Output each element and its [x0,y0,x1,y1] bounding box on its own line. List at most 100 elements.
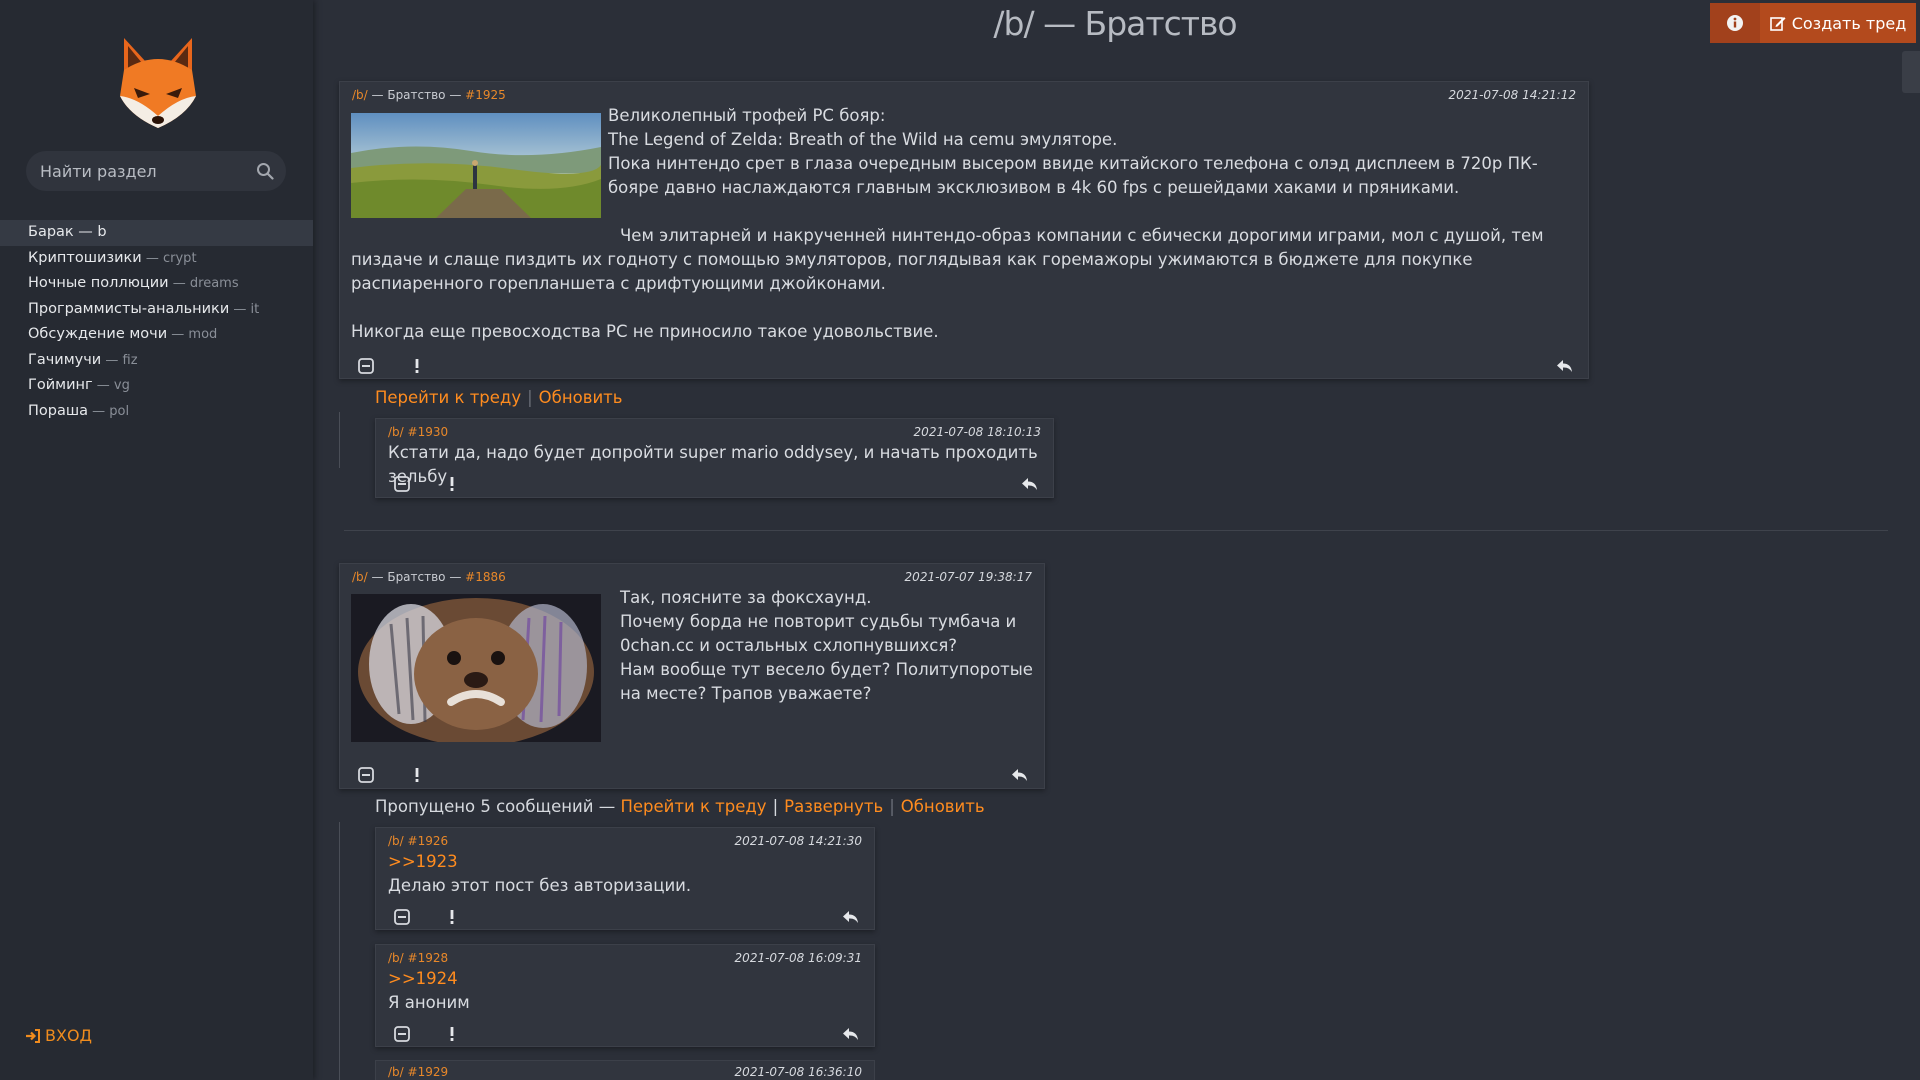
board-name: Гачимучи [28,351,102,368]
board-item-dreams[interactable]: Ночные поллюции — dreams [0,271,313,297]
board-name: Криптошизики [28,249,142,266]
hide-post-icon[interactable] [357,357,375,375]
board-code: it [250,301,260,317]
board-item-mod[interactable]: Обсуждение мочи — mod [0,322,313,348]
board-link[interactable]: /b/ [388,834,404,848]
board-code: fiz [122,352,138,368]
hide-post-icon[interactable] [393,475,411,493]
sidebar: Барак — b Криптошизики — crypt Ночные по… [0,0,313,1080]
goto-thread-link[interactable]: Перейти к треду [375,388,521,407]
link-separator: | [772,797,779,816]
hide-post-icon[interactable] [393,908,411,926]
board-item-pol[interactable]: Пораша — pol [0,399,313,425]
board-code: dreams [189,276,239,291]
refresh-thread-link[interactable]: Обновить [539,388,623,407]
post-image[interactable] [351,594,601,742]
board-code: pol [109,403,130,419]
top-toolbar: Создать тред [1710,3,1916,43]
post-header: /b/ #1928 [388,951,448,965]
report-icon[interactable] [408,357,426,375]
login-link[interactable]: ВХОД [25,1026,92,1045]
thread-2-reply-line [339,822,340,1080]
board-code: b [97,224,107,240]
report-icon[interactable] [443,1025,461,1043]
post-date: 2021-07-08 14:21:30 [734,834,862,848]
post-number[interactable]: #1928 [408,951,449,965]
post-text: Почему борда не повторит судьбы тумбача … [620,612,1017,655]
post-header: /b/ #1930 [388,425,448,439]
post-date: 2021-07-08 16:36:10 [734,1065,862,1079]
board-item-b[interactable]: Барак — b [0,220,313,246]
post-text: Так, поясните за фоксхаунд. [620,588,872,607]
thread-1-reply-line [339,412,340,468]
post-number[interactable]: #1930 [408,425,449,439]
create-thread-button[interactable]: Создать тред [1760,3,1916,43]
thread-2-links: Пропущено 5 сообщений — Перейти к треду |… [375,797,985,816]
post-text: Никогда еще превосходства PC не приносил… [351,322,939,341]
board-name: — Братство — [367,570,466,584]
board-separator: — [141,250,163,266]
report-icon[interactable] [443,908,461,926]
post-text: Делаю этот пост без авторизации. [388,876,692,895]
board-separator: — [167,327,189,342]
reply-icon[interactable] [842,908,860,926]
board-item-crypt[interactable]: Криптошизики — crypt [0,246,313,272]
post-header: /b/ — Братство — #1925 [352,88,506,102]
board-separator: — [101,352,123,368]
board-item-vg[interactable]: Гойминг — vg [0,373,313,399]
report-icon[interactable] [443,475,461,493]
board-item-fiz[interactable]: Гачимучи — fiz [0,348,313,374]
board-item-it[interactable]: Программисты-анальники — it [0,297,313,323]
post-date: 2021-07-07 19:38:17 [904,570,1032,584]
board-name: Ночные поллюции [28,275,169,291]
hide-post-icon[interactable] [393,1025,411,1043]
board-name: Барак [28,224,74,240]
board-separator: — [229,301,251,317]
refresh-thread-link[interactable]: Обновить [901,797,985,816]
hide-post-icon[interactable] [357,766,375,784]
board-link[interactable]: /b/ [388,425,404,439]
page-title: /b/ — Братство [993,4,1237,43]
board-code: vg [113,378,130,393]
post-number[interactable]: #1929 [408,1065,449,1079]
reply-icon[interactable] [842,1025,860,1043]
side-panel-toggle[interactable] [1902,51,1920,93]
creature-photo-image [351,594,601,742]
post-number[interactable]: #1925 [465,88,506,102]
reply-icon[interactable] [1556,357,1574,375]
post-text: Кстати да, надо будет допройти super mar… [388,443,1038,486]
search-input[interactable] [40,151,240,191]
post-date: 2021-07-08 18:10:13 [913,425,1041,439]
thread-divider [344,530,1888,531]
board-list: Барак — b Криптошизики — crypt Ночные по… [0,220,313,424]
reply-icon[interactable] [1021,475,1039,493]
post-number[interactable]: #1926 [408,834,449,848]
post-body: Кстати да, надо будет допройти super mar… [388,441,1048,489]
reply-post: /b/ #1926 2021-07-08 14:21:30 >>1923 Дел… [375,827,875,930]
expand-thread-link[interactable]: Развернуть [784,797,883,816]
create-thread-label: Создать тред [1791,13,1907,33]
post-number[interactable]: #1886 [465,570,506,584]
board-link[interactable]: /b/ [388,951,404,965]
goto-thread-link[interactable]: Перейти к треду [620,797,766,816]
post-body: Так, поясните за фоксхаунд. Почему борда… [620,586,1038,706]
post-header: /b/ #1926 [388,834,448,848]
board-link[interactable]: /b/ [352,88,368,102]
info-button[interactable] [1710,3,1760,43]
board-link[interactable]: /b/ [388,1065,404,1079]
sign-in-icon [26,1028,40,1043]
board-name: Программисты-анальники [28,300,230,317]
report-icon[interactable] [408,766,426,784]
board-link[interactable]: /b/ [352,570,368,584]
board-code: mod [188,327,218,342]
edit-icon [1769,17,1786,31]
quote-reference-link[interactable]: >>1924 [388,967,868,991]
board-name: Обсуждение мочи [28,326,168,342]
quote-reference-link[interactable]: >>1923 [388,850,868,874]
fox-logo-icon[interactable] [116,36,200,130]
search-icon[interactable] [256,162,274,180]
board-code: crypt [163,250,197,266]
reply-icon[interactable] [1011,766,1029,784]
board-name: Гойминг [28,377,93,393]
